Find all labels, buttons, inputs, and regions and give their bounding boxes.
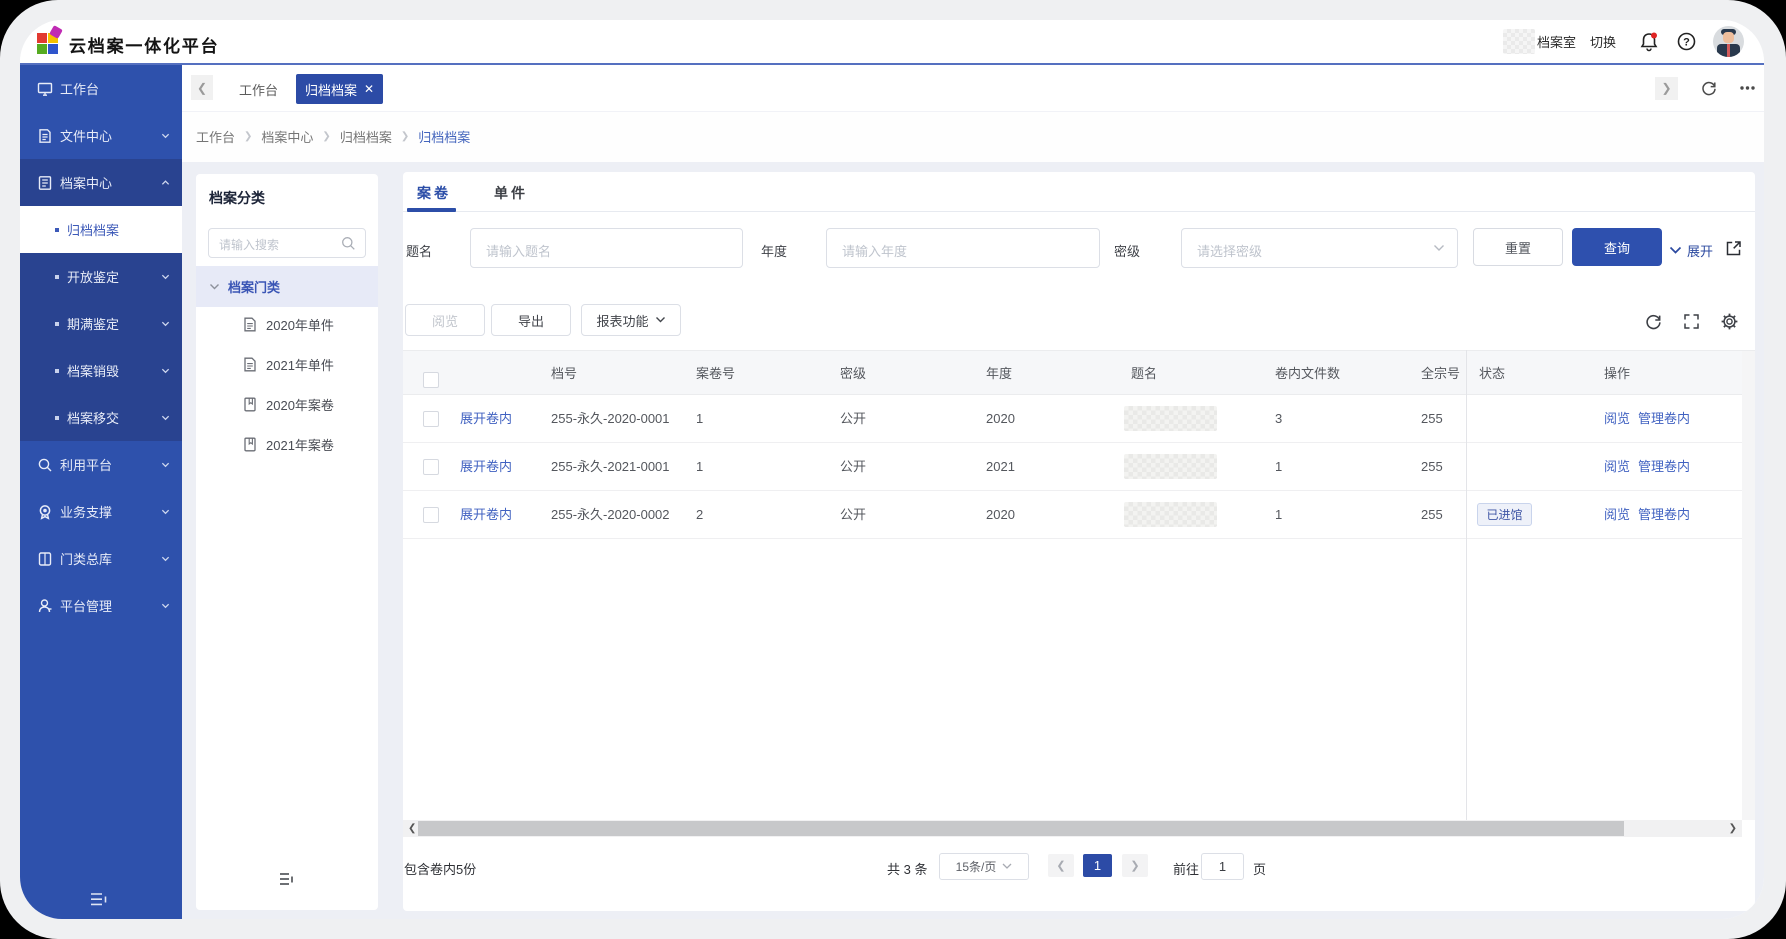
svg-text:?: ? bbox=[1683, 36, 1690, 48]
